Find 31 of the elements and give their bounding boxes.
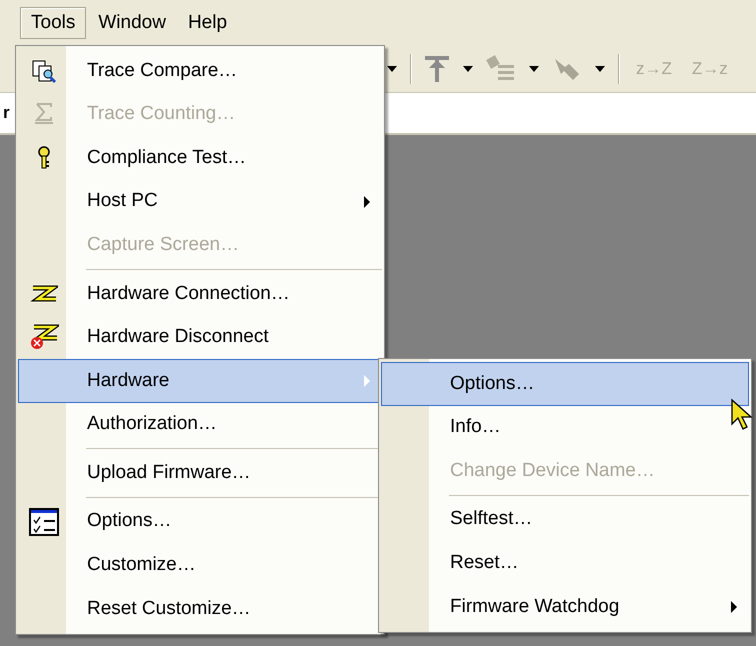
zigzag-icon (30, 284, 58, 303)
menu-item[interactable]: Firmware Watchdog (381, 584, 749, 629)
menu-item[interactable]: Compliance Test… (18, 136, 382, 180)
menu-item[interactable]: Host PC (18, 180, 382, 224)
menu-item[interactable]: Selftest… (381, 498, 749, 542)
clipped-text: r (3, 102, 10, 124)
align-top-icon (424, 55, 450, 83)
menu-bar-item[interactable]: Help (178, 8, 238, 38)
menu-item[interactable]: Info… (381, 406, 749, 450)
cursor-icon (730, 398, 754, 432)
menu-item[interactable]: Options… (381, 362, 749, 406)
caret-icon (462, 65, 474, 73)
menu-item[interactable]: Customize… (18, 544, 382, 588)
zigzag-error-icon (29, 324, 59, 350)
menu-bar-item[interactable]: Tools (20, 6, 86, 40)
menu-item[interactable]: Options… (18, 500, 382, 544)
caret-icon (386, 65, 398, 73)
menu-item[interactable]: Hardware Disconnect (18, 316, 382, 360)
menu-item[interactable]: Reset Customize… (18, 587, 382, 631)
caret-icon (594, 65, 606, 73)
menu-item[interactable]: Upload Firmware… (18, 451, 382, 495)
menu-item[interactable]: Trace Compare… (18, 49, 382, 93)
menu-item[interactable]: Authorization… (18, 402, 382, 446)
checklist-icon (29, 508, 59, 536)
caret-icon (528, 65, 540, 73)
menu-bar-item[interactable]: Window (88, 8, 176, 38)
documents-icon (31, 58, 57, 84)
list-icon (486, 55, 516, 83)
key-icon (36, 146, 52, 170)
menu-item[interactable]: Hardware Connection… (18, 272, 382, 316)
menu-item[interactable]: Reset… (381, 541, 749, 585)
